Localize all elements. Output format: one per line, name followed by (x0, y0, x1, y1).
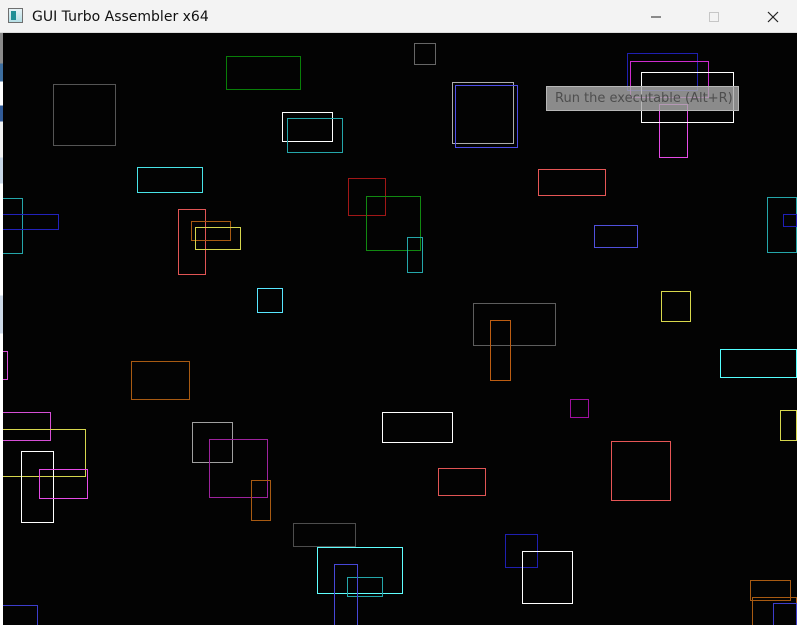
minimize-button[interactable] (632, 0, 680, 33)
maximize-button[interactable] (690, 0, 738, 33)
close-icon (767, 11, 779, 22)
rectangle-03 (53, 84, 116, 146)
rectangle-28 (473, 303, 556, 346)
rectangle-25 (783, 214, 797, 227)
rectangle-45 (293, 523, 356, 547)
rectangle-34 (382, 412, 453, 443)
rectangle-37 (438, 468, 486, 496)
app-window-icon (8, 8, 23, 23)
left-window-edge (0, 33, 3, 625)
rectangle-36 (780, 410, 797, 441)
rectangle-01 (226, 56, 301, 90)
rectangle-47 (522, 551, 573, 604)
rectangle-12 (137, 167, 203, 193)
rectangle-30 (131, 361, 190, 400)
rectangle-22 (257, 288, 283, 313)
app-window: GUI Turbo Assembler x64 Run the executab… (0, 0, 797, 625)
maximize-icon (709, 11, 719, 22)
rectangle-39 (39, 469, 88, 499)
rectangle-53 (773, 603, 797, 625)
rectangle-29 (490, 320, 511, 381)
title-bar[interactable]: GUI Turbo Assembler x64 (0, 0, 797, 33)
run-tooltip: Run the executable (Alt+R) (546, 86, 739, 111)
rectangle-35 (570, 399, 589, 418)
window-title: GUI Turbo Assembler x64 (32, 9, 209, 25)
close-button[interactable] (749, 0, 797, 33)
drawing-canvas[interactable] (0, 33, 797, 625)
rectangle-02 (414, 43, 436, 65)
rectangle-51 (2, 605, 38, 625)
rectangle-16 (407, 237, 423, 273)
rectangle-07 (455, 85, 518, 148)
rectangle-13 (538, 169, 606, 196)
rectangle-05 (287, 118, 343, 153)
rectangle-21 (195, 227, 241, 250)
rectangle-18 (2, 214, 59, 230)
rectangle-26 (661, 291, 691, 322)
rectangle-50 (334, 564, 358, 625)
minimize-icon (651, 16, 661, 17)
rectangle-27 (720, 349, 797, 378)
rectangle-23 (594, 225, 638, 248)
rectangle-42 (251, 480, 271, 521)
rectangle-43 (611, 441, 671, 501)
